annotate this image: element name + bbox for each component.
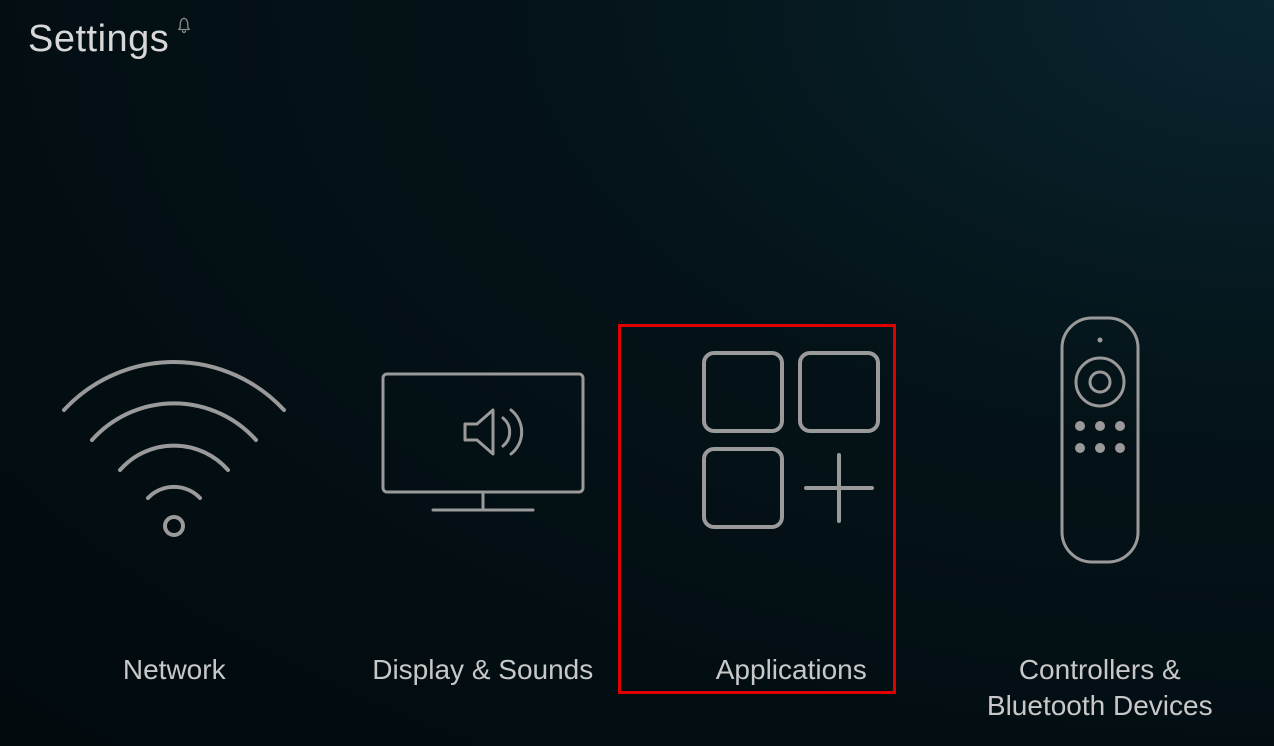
remote-icon <box>950 320 1250 560</box>
tile-label-network: Network <box>34 652 314 688</box>
tile-label-controllers: Controllers & Bluetooth Devices <box>960 652 1240 725</box>
page-title: Settings <box>28 18 169 61</box>
apps-icon <box>641 320 941 560</box>
wifi-icon <box>24 320 324 560</box>
bell-icon <box>175 16 193 34</box>
tile-display-sounds[interactable]: Display & Sounds <box>333 320 633 688</box>
tile-network[interactable]: Network <box>24 320 324 688</box>
tile-applications[interactable]: Applications <box>641 320 941 688</box>
tv-sound-icon <box>333 320 633 560</box>
tile-label-display-sounds: Display & Sounds <box>343 652 623 688</box>
tile-label-applications: Applications <box>651 652 931 688</box>
tile-controllers[interactable]: Controllers & Bluetooth Devices <box>950 320 1250 725</box>
settings-tiles: Network Display & Sounds <box>0 320 1274 725</box>
header: Settings <box>28 18 193 61</box>
